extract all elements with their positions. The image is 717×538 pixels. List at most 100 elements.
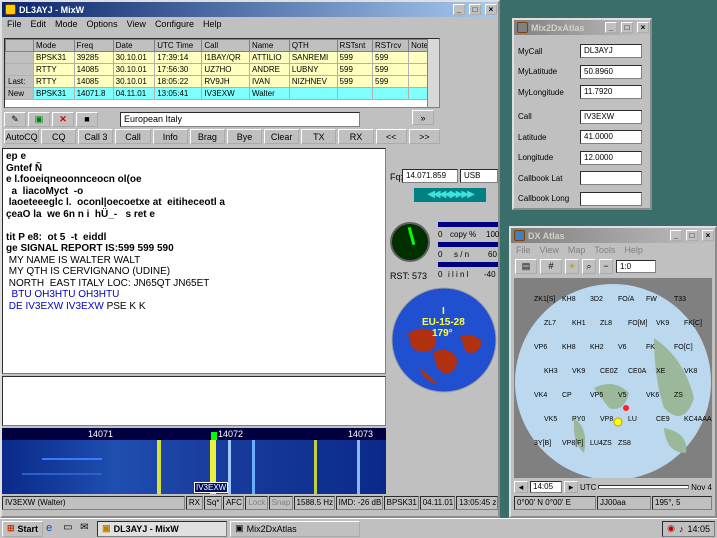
dxatlas-close-button[interactable]: × bbox=[702, 230, 714, 241]
pen-icon[interactable]: ✎ bbox=[4, 111, 26, 127]
mix2dx-field-input[interactable] bbox=[580, 191, 642, 206]
log-cell[interactable]: IV3EXW bbox=[201, 87, 250, 100]
log-header-date[interactable]: Date bbox=[112, 39, 156, 52]
mix2dx-maximize-button[interactable]: □ bbox=[621, 22, 633, 33]
autocq-button[interactable]: AutoCQ bbox=[4, 129, 40, 144]
mix2dx-minimize-button[interactable]: _ bbox=[605, 22, 617, 33]
menu-options[interactable]: Options bbox=[87, 19, 118, 29]
zoom-icon[interactable]: ⌕ bbox=[582, 258, 596, 274]
mix2dx-field-input[interactable]: 41.0000 bbox=[580, 130, 642, 145]
log-cell[interactable]: 599 bbox=[371, 51, 410, 64]
dxatlas-menu-help[interactable]: Help bbox=[624, 245, 643, 255]
log-cell[interactable]: ATTILIO bbox=[248, 51, 290, 64]
dxatlas-titlebar[interactable]: DX Atlas _ □ × bbox=[511, 228, 715, 243]
status-squelch[interactable]: Sq* bbox=[203, 496, 222, 510]
time-back-icon[interactable]: ◂ bbox=[514, 481, 528, 493]
log-cell[interactable]: 39285 bbox=[73, 51, 114, 64]
mix2dx-field-input[interactable]: DL3AYJ bbox=[580, 44, 642, 59]
mixw-titlebar[interactable]: DL3AYJ - MixW _ □ × bbox=[2, 2, 498, 17]
zoom-out-icon[interactable]: − bbox=[599, 258, 613, 274]
log-cell[interactable]: RV9JH bbox=[201, 75, 250, 88]
menu-view[interactable]: View bbox=[127, 19, 146, 29]
waterfall[interactable]: 14071 14072 14073 IV3EXW bbox=[2, 428, 386, 494]
log-cell[interactable]: 13:05:41 bbox=[154, 87, 203, 100]
log-cell[interactable]: 17:39:14 bbox=[154, 51, 203, 64]
log-cell[interactable]: 17:56:30 bbox=[154, 63, 203, 76]
cq-button[interactable]: CQ bbox=[41, 129, 77, 144]
log-header-rstrcv[interactable]: RSTrcv bbox=[371, 39, 410, 52]
start-button[interactable]: ⊞ Start bbox=[2, 520, 44, 537]
close-button[interactable]: × bbox=[485, 4, 497, 15]
quicklaunch-outlook-icon[interactable]: ✉ bbox=[80, 522, 94, 536]
tx-button[interactable]: TX bbox=[301, 129, 337, 144]
log-row[interactable]: RTTY 14085 30.10.01 17:56:30 UZ7HO ANDRE LUBNY… bbox=[5, 63, 439, 76]
lookup-icon[interactable]: » bbox=[412, 110, 434, 125]
log-header-name[interactable]: Name bbox=[248, 39, 290, 52]
log-cell[interactable]: IVAN bbox=[248, 75, 290, 88]
tx-text-pane[interactable] bbox=[2, 376, 386, 426]
log-cell[interactable]: 30.10.01 bbox=[112, 51, 156, 64]
volume-icon[interactable]: ♪ bbox=[679, 524, 684, 534]
log-cell[interactable]: 14085 bbox=[73, 63, 114, 76]
log-cell[interactable]: 14071.8 bbox=[73, 87, 114, 100]
map-type-icon[interactable]: ▤ bbox=[515, 258, 537, 274]
menu-file[interactable]: File bbox=[7, 19, 22, 29]
log-row[interactable]: Last: RTTY 14085 30.10.01 18:05:22 RV9JH IVAN N… bbox=[5, 75, 439, 88]
time-fwd-icon[interactable]: ▸ bbox=[564, 481, 578, 493]
next-button[interactable]: >> bbox=[408, 129, 441, 144]
log-cell[interactable]: Walter bbox=[248, 87, 290, 100]
info-button[interactable]: Info bbox=[152, 129, 188, 144]
status-rx[interactable]: RX bbox=[185, 496, 203, 510]
menu-help[interactable]: Help bbox=[203, 19, 222, 29]
log-cell[interactable]: I1BAY/QR bbox=[201, 51, 250, 64]
mix2dx-close-button[interactable]: × bbox=[637, 22, 649, 33]
quicklaunch-ie-icon[interactable]: e bbox=[46, 522, 60, 536]
clear-button[interactable]: Clear bbox=[264, 129, 300, 144]
time-slider[interactable] bbox=[598, 485, 690, 489]
log-cell[interactable]: BPSK31 bbox=[33, 87, 75, 100]
maximize-button[interactable]: □ bbox=[469, 4, 481, 15]
status-afc[interactable]: AFC bbox=[222, 496, 245, 510]
log-cell[interactable]: RTTY bbox=[33, 75, 75, 88]
rx-button[interactable]: RX bbox=[338, 129, 374, 144]
prev-button[interactable]: << bbox=[375, 129, 407, 144]
call3-button[interactable]: Call 3 bbox=[78, 129, 114, 144]
log-header-utc-time[interactable]: UTC Time bbox=[154, 39, 203, 52]
save-icon[interactable]: ■ bbox=[76, 111, 98, 127]
tray-app-icon[interactable]: ◉ bbox=[667, 523, 675, 534]
log-cell[interactable]: 599 bbox=[336, 51, 374, 64]
log-header-mode[interactable]: Mode bbox=[33, 39, 75, 52]
taskbar-mix2dx[interactable]: ▣ Mix2DxAtlas bbox=[230, 520, 361, 537]
dxatlas-menu-map[interactable]: Map bbox=[568, 245, 586, 255]
log-cell[interactable]: 599 bbox=[336, 75, 374, 88]
log-cell[interactable]: RTTY bbox=[33, 63, 75, 76]
log-row[interactable]: BPSK31 39285 30.10.01 17:39:14 I1BAY/QR ATTIL… bbox=[5, 51, 439, 64]
sideband-select[interactable]: USB bbox=[460, 169, 498, 183]
menu-edit[interactable]: Edit bbox=[31, 19, 47, 29]
dxatlas-menu-view[interactable]: View bbox=[540, 245, 559, 255]
status-snap[interactable]: Snap bbox=[268, 496, 293, 510]
log-cell[interactable] bbox=[288, 87, 338, 100]
menu-mode[interactable]: Mode bbox=[55, 19, 78, 29]
status-lock[interactable]: Lock bbox=[245, 496, 268, 510]
log-cell[interactable]: SANREMI bbox=[288, 51, 338, 64]
status-mode[interactable]: BPSK31 bbox=[383, 496, 419, 510]
mix2dx-field-input[interactable] bbox=[580, 171, 642, 186]
log-cell[interactable]: NIZHNEV bbox=[288, 75, 338, 88]
log-cell[interactable]: 30.10.01 bbox=[112, 75, 156, 88]
dxatlas-menu-tools[interactable]: Tools bbox=[594, 245, 615, 255]
log-scrollbar[interactable] bbox=[427, 39, 439, 107]
bye-button[interactable]: Bye bbox=[226, 129, 263, 144]
log-cell[interactable]: 30.10.01 bbox=[112, 63, 156, 76]
log-row[interactable]: New BPSK31 14071.8 04.11.01 13:05:41 IV3EXW Wa… bbox=[5, 87, 439, 100]
log-add-icon[interactable]: ▣ bbox=[28, 111, 50, 127]
frequency-select[interactable]: 14.071.859 bbox=[402, 169, 458, 183]
mix2dx-field-input[interactable]: 12.0000 bbox=[580, 150, 642, 165]
dxatlas-map[interactable]: ZK1[S] KH8 3D2 FO/A FW T33 ZL7 KH1 ZL8 FO[M] VK9 FK… bbox=[514, 278, 712, 478]
menu-configure[interactable]: Configure bbox=[155, 19, 194, 29]
sun-icon[interactable]: ☀ bbox=[565, 258, 579, 274]
log-header-rstsnt[interactable]: RSTsnt bbox=[336, 39, 374, 52]
call-button[interactable]: Call bbox=[115, 129, 151, 144]
grid-icon[interactable]: # bbox=[540, 258, 562, 274]
tuning-arrows[interactable]: ◀◀◀◀▶▶▶▶ bbox=[414, 188, 486, 202]
